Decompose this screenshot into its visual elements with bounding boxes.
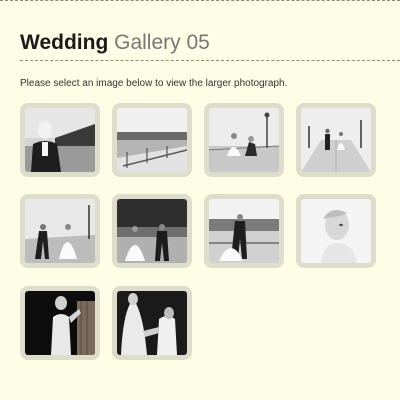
page-header: Wedding Gallery 05 <box>20 30 400 56</box>
photo-bride-groom-indoors <box>117 291 187 355</box>
photo-groom-portrait <box>25 108 95 172</box>
thumbnail-8[interactable] <box>296 194 376 268</box>
thumbnail-9[interactable] <box>20 286 100 360</box>
thumbnail-4[interactable] <box>296 103 376 177</box>
intro-text: Please select an image below to view the… <box>20 78 288 89</box>
thumbnail-10[interactable] <box>112 286 192 360</box>
photo-bride-closeup <box>301 199 371 263</box>
photo-couple-running-pier <box>25 199 95 263</box>
thumbnail-3[interactable] <box>204 103 284 177</box>
thumbnail-5[interactable] <box>20 194 100 268</box>
thumbnail-6[interactable] <box>112 194 192 268</box>
page-title-strong: Wedding <box>20 31 109 54</box>
photo-pier-railing <box>117 108 187 172</box>
thumbnail-7[interactable] <box>204 194 284 268</box>
photo-couple-pier-railing <box>209 199 279 263</box>
page-title-light: Gallery 05 <box>114 31 210 54</box>
thumbnail-1[interactable] <box>20 103 100 177</box>
thumbnail-2[interactable] <box>112 103 192 177</box>
photo-couple-by-trees <box>117 199 187 263</box>
page-title: Wedding Gallery 05 <box>20 30 400 56</box>
photo-couple-walking-pier <box>301 108 371 172</box>
photo-couple-sitting-pier <box>209 108 279 172</box>
photo-bride-dark-room <box>25 291 95 355</box>
top-dashed-rule <box>0 0 400 1</box>
header-dashed-rule <box>20 60 400 61</box>
